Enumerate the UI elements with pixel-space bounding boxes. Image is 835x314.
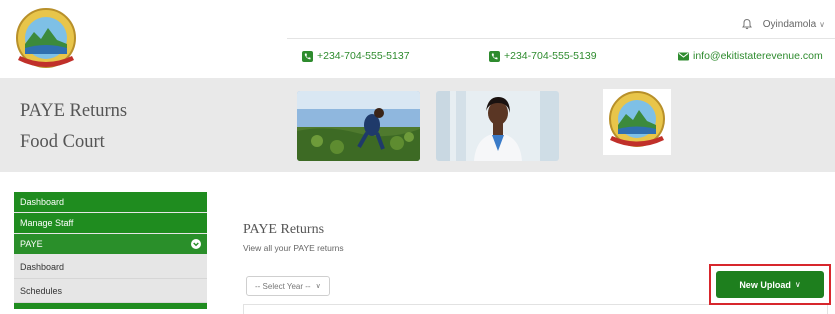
upload-highlight-box: New Upload ∨ xyxy=(709,264,831,305)
banner-title: PAYE Returns xyxy=(20,101,128,121)
page-title: PAYE Returns xyxy=(243,222,325,237)
banner-subtitle: Food Court xyxy=(20,132,105,152)
sidebar-next-item[interactable] xyxy=(14,303,207,309)
sidebar: Dashboard Manage Staff PAYE Dashboard Sc… xyxy=(14,192,207,309)
contact-phone-2[interactable]: +234-704-555-5139 xyxy=(489,50,597,62)
sidebar-item-paye[interactable]: PAYE xyxy=(14,234,207,255)
page-subtitle: View all your PAYE returns xyxy=(243,243,344,253)
contact-email[interactable]: info@ekitistaterevenue.com xyxy=(678,50,823,62)
chevron-down-icon: ∨ xyxy=(794,280,801,289)
year-select[interactable]: -- Select Year -- ∨ xyxy=(246,276,330,296)
contact-phone-1[interactable]: +234-704-555-5137 xyxy=(302,50,410,62)
chevron-down-icon: ∨ xyxy=(315,283,321,290)
phone-icon xyxy=(489,50,500,62)
chevron-down-icon: ∨ xyxy=(819,19,825,29)
user-name[interactable]: Oyindamola ∨ xyxy=(763,19,825,30)
user-menu[interactable]: Oyindamola ∨ xyxy=(741,18,825,30)
phone-icon xyxy=(302,50,313,62)
returns-table xyxy=(243,304,828,314)
header-divider xyxy=(287,38,835,39)
ekiti-state-logo[interactable] xyxy=(10,6,82,76)
bell-icon[interactable] xyxy=(741,18,753,30)
chevron-down-circle-icon xyxy=(191,239,201,249)
doctor-photo xyxy=(436,91,559,161)
sidebar-subitem-schedules[interactable]: Schedules xyxy=(14,279,207,303)
top-header: Oyindamola ∨ +234-704-555-5137 +234-704-5… xyxy=(0,0,835,78)
sidebar-item-manage-staff[interactable]: Manage Staff xyxy=(14,213,207,234)
sidebar-item-dashboard[interactable]: Dashboard xyxy=(14,192,207,213)
ekiti-state-seal xyxy=(603,89,671,155)
mail-icon xyxy=(678,52,689,60)
sidebar-subitem-dashboard[interactable]: Dashboard xyxy=(14,255,207,279)
farmer-photo xyxy=(297,91,420,161)
new-upload-button[interactable]: New Upload ∨ xyxy=(716,271,824,298)
